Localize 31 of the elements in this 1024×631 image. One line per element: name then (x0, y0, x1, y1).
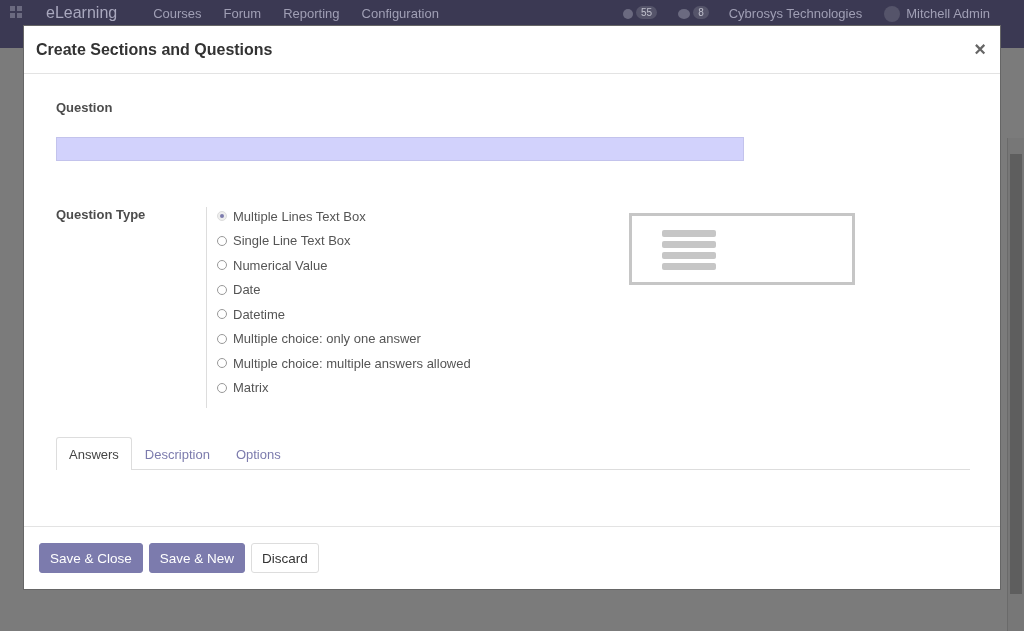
option-label[interactable]: Numerical Value (233, 257, 328, 273)
scrollbar-thumb[interactable] (1010, 154, 1022, 594)
menu-item[interactable]: Configuration (361, 6, 439, 21)
option-label[interactable]: Single Line Text Box (233, 233, 351, 249)
company-name[interactable]: Cybrosys Technologies (728, 6, 863, 21)
option-label[interactable]: Multiple choice: only one answer (233, 331, 421, 347)
tab[interactable]: Description (131, 437, 223, 470)
app-name: eLearning (46, 4, 118, 22)
tab[interactable]: Answers (56, 437, 132, 470)
message-count-badge: 8 (693, 6, 709, 19)
save-button[interactable]: Save & New (148, 543, 246, 573)
menu-item[interactable]: Reporting (283, 6, 340, 21)
option-label[interactable]: Datetime (233, 306, 286, 322)
save-button[interactable]: Save & Close (39, 543, 143, 573)
tab[interactable]: Options (222, 437, 294, 470)
menu-item[interactable]: Forum (223, 6, 262, 21)
activity-count-badge: 55 (636, 6, 658, 19)
discard-button[interactable]: Discard (251, 543, 319, 573)
user-name[interactable]: Mitchell Admin (906, 6, 990, 21)
field-label: Question Type (56, 207, 147, 224)
option-label[interactable]: Date (233, 282, 261, 298)
field-label: Question (56, 100, 114, 115)
apps-menu-icon[interactable] (10, 6, 22, 18)
close-button[interactable]: × (972, 38, 988, 61)
option-label[interactable]: Matrix (233, 380, 269, 396)
dialog-title: Create Sections and Questions (36, 40, 273, 59)
option-label[interactable]: Multiple Lines Text Box (233, 208, 366, 224)
user-avatar[interactable] (884, 6, 901, 22)
question-input[interactable] (56, 137, 744, 161)
menu-item[interactable]: Courses (153, 6, 202, 21)
option-label[interactable]: Multiple choice: multiple answers allowed (233, 355, 471, 371)
